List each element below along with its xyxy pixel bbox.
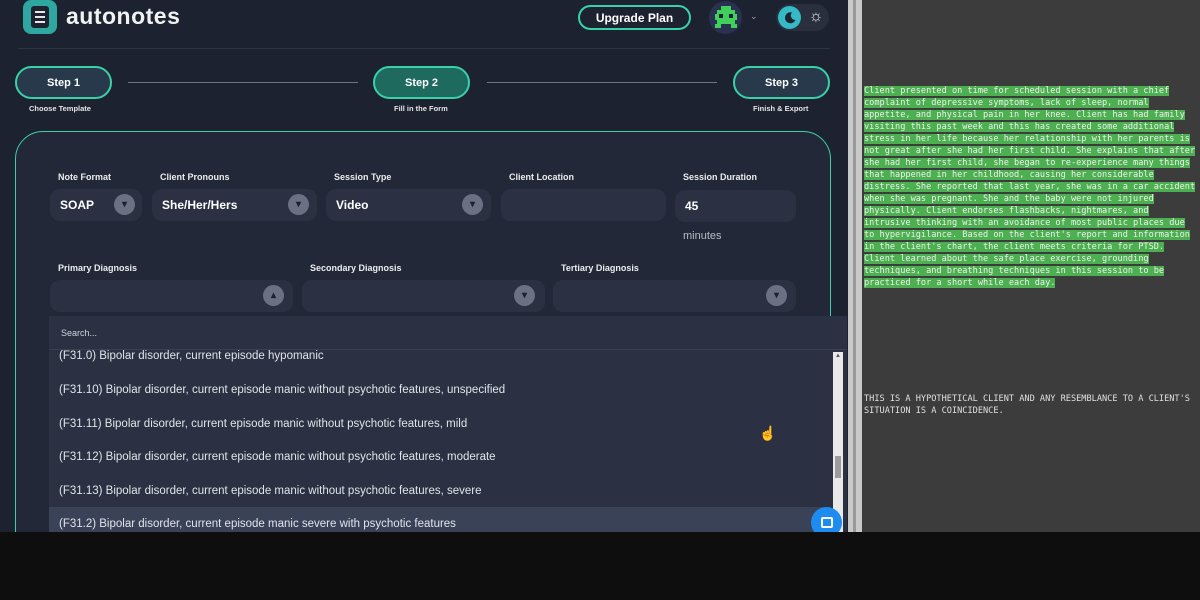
- session-duration-input[interactable]: 45: [675, 190, 796, 222]
- session-duration-label: Session Duration: [683, 172, 758, 182]
- autonotes-app: autonotes Upgrade Plan ⌄ ☼ Step 1 Choose…: [0, 0, 848, 532]
- diagnosis-option-highlighted[interactable]: (F31.2) Bipolar disorder, current episod…: [49, 507, 831, 532]
- scroll-up-icon[interactable]: ▲: [835, 353, 841, 359]
- chat-icon: [820, 517, 833, 528]
- client-pronouns-label: Client Pronouns: [160, 172, 230, 182]
- diagnosis-option[interactable]: (F31.11) Bipolar disorder, current episo…: [49, 407, 831, 441]
- step-2-caption: Fill in the Form: [394, 104, 448, 113]
- chevron-down-icon[interactable]: ▾: [462, 194, 483, 215]
- theme-toggle[interactable]: ☼: [776, 4, 829, 31]
- note-body-text[interactable]: Client presented on time for scheduled s…: [864, 85, 1197, 289]
- avatar[interactable]: [709, 1, 742, 34]
- primary-diagnosis-label: Primary Diagnosis: [58, 263, 138, 273]
- sun-icon[interactable]: ☼: [807, 8, 825, 26]
- brand-name: autonotes: [66, 3, 181, 29]
- step-3-button[interactable]: Step 3: [733, 66, 830, 99]
- diagnosis-dropdown: Search... (F31.0) Bipolar disorder, curr…: [49, 316, 847, 532]
- chevron-down-icon[interactable]: ▾: [766, 285, 787, 306]
- diagnosis-option[interactable]: (F31.0) Bipolar disorder, current episod…: [49, 339, 831, 373]
- session-duration-value: 45: [685, 199, 699, 213]
- moon-icon[interactable]: [778, 6, 801, 29]
- header-divider: [18, 48, 830, 49]
- hand-cursor-icon: ☝: [759, 425, 777, 441]
- chevron-down-icon[interactable]: ▾: [514, 285, 535, 306]
- step-connector: [128, 82, 358, 83]
- chevron-down-icon[interactable]: ▾: [288, 194, 309, 215]
- client-pronouns-value: She/Her/Hers: [162, 198, 238, 212]
- secondary-diagnosis-select[interactable]: [302, 280, 545, 312]
- client-location-input[interactable]: [501, 189, 666, 221]
- diagnosis-option[interactable]: (F31.13) Bipolar disorder, current episo…: [49, 474, 831, 508]
- tertiary-diagnosis-label: Tertiary Diagnosis: [561, 263, 639, 273]
- note-text-panel: Client presented on time for scheduled s…: [862, 0, 1200, 532]
- step-1-button[interactable]: Step 1: [15, 66, 112, 99]
- step-1-caption: Choose Template: [29, 104, 91, 113]
- step-connector: [487, 82, 717, 83]
- bottom-bar: [0, 532, 1200, 600]
- chevron-down-icon[interactable]: ⌄: [750, 11, 758, 22]
- logo-icon: [23, 0, 57, 34]
- session-type-value: Video: [336, 198, 369, 212]
- chat-support-button[interactable]: [811, 507, 842, 532]
- secondary-diagnosis-label: Secondary Diagnosis: [310, 263, 402, 273]
- chevron-up-icon[interactable]: ▴: [263, 285, 284, 306]
- panel-divider-grip[interactable]: [853, 0, 856, 532]
- selected-note-text: Client presented on time for scheduled s…: [864, 86, 1196, 288]
- duration-unit: minutes: [683, 230, 722, 242]
- step-2-button[interactable]: Step 2: [373, 66, 470, 99]
- disclaimer-text: THIS IS A HYPOTHETICAL CLIENT AND ANY RE…: [864, 394, 1190, 416]
- dropdown-scrollbar[interactable]: ▲: [833, 352, 843, 532]
- tertiary-diagnosis-select[interactable]: [553, 280, 796, 312]
- chevron-down-icon[interactable]: ▾: [114, 194, 135, 215]
- top-bar: autonotes Upgrade Plan ⌄ ☼: [0, 0, 848, 48]
- session-type-label: Session Type: [334, 172, 392, 182]
- diagnosis-option[interactable]: (F31.10) Bipolar disorder, current episo…: [49, 373, 831, 407]
- step-3-caption: Finish & Export: [753, 104, 809, 113]
- primary-diagnosis-select[interactable]: [50, 280, 293, 312]
- note-format-label: Note Format: [58, 172, 112, 182]
- note-format-value: SOAP: [60, 198, 95, 212]
- client-location-label: Client Location: [509, 172, 574, 182]
- upgrade-plan-button[interactable]: Upgrade Plan: [578, 5, 691, 30]
- scroll-thumb[interactable]: [835, 456, 841, 478]
- diagnosis-option[interactable]: (F31.12) Bipolar disorder, current episo…: [49, 440, 831, 474]
- pixel-avatar-icon: [714, 5, 737, 28]
